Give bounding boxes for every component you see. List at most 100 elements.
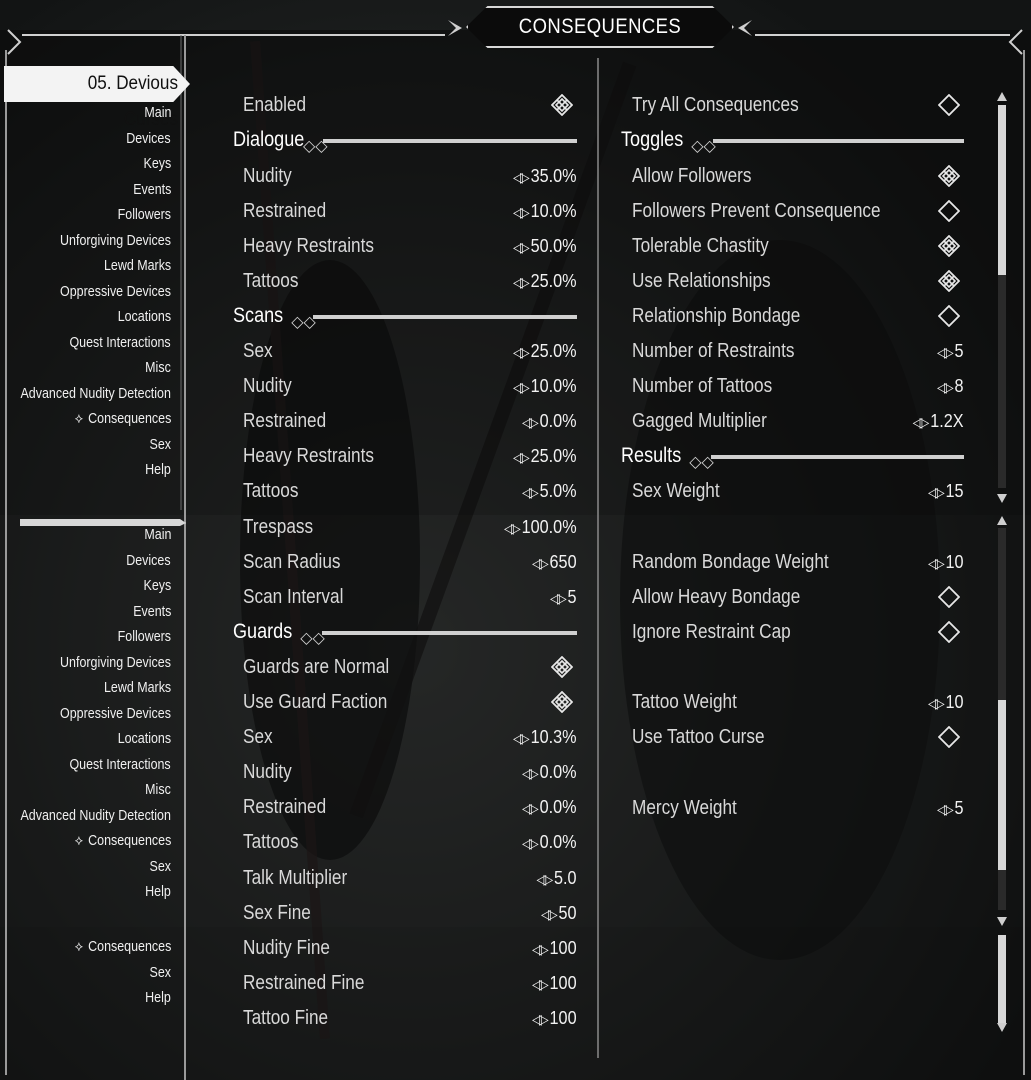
tolerable-chastity[interactable]: Tolerable Chastity — [632, 230, 964, 262]
setting-label: Number of Restraints — [632, 340, 795, 362]
menu-item[interactable]: Advanced Nudity Detection — [21, 386, 171, 402]
scans-scan-radius[interactable]: Scan Radius ◁▷ 650 — [243, 546, 577, 578]
setting-label: Nudity — [243, 375, 292, 397]
guards-use-guard-faction[interactable]: Use Guard Faction — [243, 686, 577, 718]
try-all-consequences[interactable]: Try All Consequences — [632, 89, 964, 121]
guards-tattoos[interactable]: Tattoos ◁▷ 0.0% — [243, 826, 577, 858]
guards-nudity[interactable]: Nudity ◁▷ 0.0% — [243, 756, 577, 788]
number-of-restraints[interactable]: Number of Restraints ◁▷ 5 — [632, 335, 964, 367]
use-tattoo-curse[interactable]: Use Tattoo Curse — [632, 721, 964, 753]
setting-label: Use Tattoo Curse — [632, 726, 765, 748]
checked-diamond-icon[interactable] — [938, 165, 960, 187]
empty-diamond-icon[interactable] — [938, 200, 960, 222]
checked-diamond-icon[interactable] — [938, 235, 960, 257]
guards-restrained-fine[interactable]: Restrained Fine ◁▷ 100 — [243, 967, 577, 999]
menu-item[interactable]: Advanced Nudity Detection — [21, 808, 171, 824]
scans-trespass[interactable]: Trespass ◁▷ 100.0% — [243, 511, 577, 543]
menu-item[interactable]: Locations — [118, 731, 171, 747]
menu-item[interactable]: Sex — [150, 437, 172, 453]
use-relationships[interactable]: Use Relationships — [632, 265, 964, 297]
menu-item[interactable]: Quest Interactions — [70, 335, 171, 351]
scans-restrained[interactable]: Restrained ◁▷ 0.0% — [243, 405, 577, 437]
mercy-weight[interactable]: Mercy Weight ◁▷ 5 — [632, 792, 964, 824]
empty-diamond-icon[interactable] — [938, 305, 960, 327]
random-bondage-weight[interactable]: Random Bondage Weight ◁▷ 10 — [632, 546, 964, 578]
scans-heavy-restraints[interactable]: Heavy Restraints ◁▷ 25.0% — [243, 440, 577, 472]
mod-header[interactable]: 05. Devious Curses — [34, 66, 178, 130]
scans-sex[interactable]: Sex ◁▷ 25.0% — [243, 335, 577, 367]
scans-tattoos[interactable]: Tattoos ◁▷ 5.0% — [243, 475, 577, 507]
gagged-multiplier[interactable]: Gagged Multiplier ◁▷ 1.2X — [632, 405, 964, 437]
sex-weight[interactable]: Sex Weight ◁▷ 15 — [632, 475, 964, 507]
guards-tattoo-fine[interactable]: Tattoo Fine ◁▷ 100 — [243, 1002, 577, 1034]
menu-item[interactable]: Devices — [127, 131, 171, 147]
empty-diamond-icon[interactable] — [938, 621, 960, 643]
followers-prevent-consequence[interactable]: Followers Prevent Consequence — [632, 195, 964, 227]
setting-label: Restrained — [243, 410, 327, 432]
menu-item[interactable]: Main — [144, 105, 171, 121]
guards-restrained[interactable]: Restrained ◁▷ 0.0% — [243, 791, 577, 823]
setting-value: 50 — [558, 903, 577, 923]
menu-item[interactable]: Sex — [150, 965, 172, 981]
menu-item[interactable]: Quest Interactions — [70, 757, 171, 773]
guards-sex[interactable]: Sex ◁▷ 10.3% — [243, 721, 577, 753]
setting-value: 100 — [549, 938, 577, 958]
setting-label: Sex Weight — [632, 480, 720, 502]
menu-item[interactable]: Misc — [145, 360, 171, 376]
dialogue-restrained[interactable]: Restrained ◁▷ 10.0% — [243, 195, 577, 227]
dialogue-tattoos[interactable]: Tattoos ◁▷ 25.0% — [243, 265, 577, 297]
menu-item[interactable]: ⟡ Consequences — [74, 833, 171, 849]
setting-label: Restrained Fine — [243, 972, 365, 994]
menu-item[interactable]: Help — [145, 884, 171, 900]
relationship-bondage[interactable]: Relationship Bondage — [632, 300, 964, 332]
menu-item[interactable]: Unforgiving Devices — [60, 655, 171, 671]
empty-diamond-icon[interactable] — [938, 726, 960, 748]
tattoo-weight[interactable]: Tattoo Weight ◁▷ 10 — [632, 686, 964, 718]
checked-diamond-icon[interactable] — [551, 691, 573, 713]
allow-followers[interactable]: Allow Followers — [632, 160, 964, 192]
menu-item[interactable]: Devices — [127, 553, 171, 569]
number-of-tattoos[interactable]: Number of Tattoos ◁▷ 8 — [632, 370, 964, 402]
checked-diamond-icon[interactable] — [938, 270, 960, 292]
setting-label: Nudity Fine — [243, 937, 330, 959]
empty-diamond-icon[interactable] — [938, 94, 960, 116]
setting-value: 15 — [945, 481, 964, 501]
menu-item[interactable]: Help — [145, 462, 171, 478]
dialogue-heavy-restraints[interactable]: Heavy Restraints ◁▷ 50.0% — [243, 230, 577, 262]
menu-item[interactable]: Unforgiving Devices — [60, 233, 171, 249]
checked-diamond-icon[interactable] — [551, 94, 573, 116]
scans-nudity[interactable]: Nudity ◁▷ 10.0% — [243, 370, 577, 402]
menu-item[interactable]: Followers — [118, 207, 171, 223]
menu-item[interactable]: Keys — [143, 156, 171, 172]
menu-item[interactable]: Oppressive Devices — [60, 706, 171, 722]
guards-nudity-fine[interactable]: Nudity Fine ◁▷ 100 — [243, 932, 577, 964]
menu-item[interactable]: Help — [145, 990, 171, 1006]
menu-item[interactable]: Locations — [118, 309, 171, 325]
allow-heavy-bondage[interactable]: Allow Heavy Bondage — [632, 581, 964, 613]
guards-are-normal[interactable]: Guards are Normal — [243, 651, 577, 683]
menu-item[interactable]: Sex — [150, 859, 172, 875]
setting-enabled[interactable]: Enabled — [243, 89, 577, 121]
menu-item[interactable]: Keys — [143, 578, 171, 594]
menu-item[interactable]: Lewd Marks — [104, 680, 171, 696]
setting-label: Tattoos — [243, 480, 299, 502]
setting-value: 0.0% — [540, 411, 577, 431]
guards-talk-multiplier[interactable]: Talk Multiplier ◁▷ 5.0 — [243, 862, 577, 894]
checked-diamond-icon[interactable] — [551, 656, 573, 678]
menu-item[interactable]: Followers — [118, 629, 171, 645]
setting-label: Nudity — [243, 761, 292, 783]
menu-item[interactable]: Misc — [145, 782, 171, 798]
empty-diamond-icon[interactable] — [938, 586, 960, 608]
scans-scan-interval[interactable]: Scan Interval ◁▷ 5 — [243, 581, 577, 613]
menu-item[interactable]: ⟡ Consequences — [74, 939, 171, 955]
menu-item[interactable]: Events — [133, 604, 171, 620]
ignore-restraint-cap[interactable]: Ignore Restraint Cap — [632, 616, 964, 648]
guards-sex-fine[interactable]: Sex Fine ◁▷ 50 — [243, 897, 577, 929]
menu-item[interactable]: Main — [144, 527, 171, 543]
dialogue-nudity[interactable]: Nudity ◁▷ 35.0% — [243, 160, 577, 192]
menu-item[interactable]: ⟡ Consequences — [74, 411, 171, 427]
menu-item[interactable]: Events — [133, 182, 171, 198]
menu-item[interactable]: Oppressive Devices — [60, 284, 171, 300]
menu-item[interactable]: Lewd Marks — [104, 258, 171, 274]
slider-arrows-icon: ◁▷ — [522, 765, 539, 781]
